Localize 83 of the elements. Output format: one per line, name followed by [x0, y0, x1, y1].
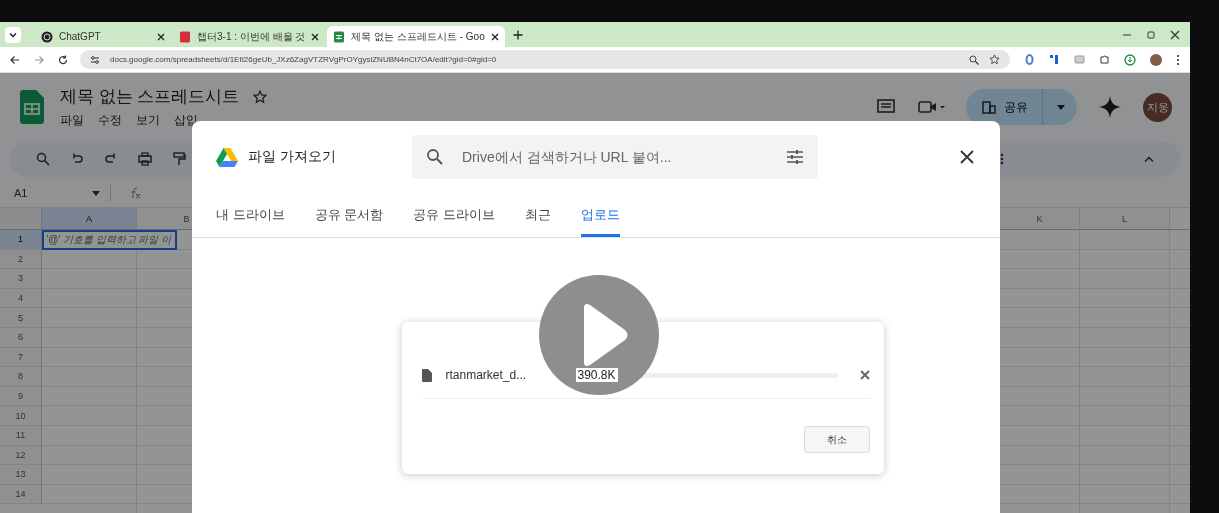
menu-item[interactable]: 보기 [136, 112, 160, 129]
row-header[interactable]: 5 [0, 308, 42, 328]
row-header[interactable]: 3 [0, 269, 42, 289]
cancel-button[interactable]: 취소 [803, 426, 870, 453]
column-header[interactable]: A [42, 208, 137, 230]
menu-item[interactable]: 파일 [60, 112, 84, 129]
dialog-title: 파일 가져오기 [248, 148, 337, 166]
share-button[interactable]: 공유 [966, 89, 1077, 125]
address-bar[interactable]: docs.google.com/spreadsheets/d/1EtI26geUb_JXz6ZagVTZRVgPrOYgysiZNUBN4nCt7OA/edit?gid=0#gid=0 [80, 50, 1010, 69]
book-icon [179, 30, 191, 43]
ring-icon[interactable] [1024, 54, 1035, 65]
file-icon [421, 368, 432, 382]
close-icon[interactable] [960, 150, 974, 164]
row-header[interactable]: 7 [0, 347, 42, 368]
close-icon[interactable] [311, 32, 320, 41]
caret-icon [1057, 104, 1065, 110]
document-title[interactable]: 제목 없는 스프레드시트 [60, 85, 240, 108]
file-name: rtanmarket_d... [445, 368, 528, 382]
spreadsheet-icon [333, 30, 346, 43]
row-header[interactable]: 11 [0, 425, 42, 446]
file-size: 390.8K [575, 368, 618, 382]
row-header[interactable]: 2 [0, 249, 42, 270]
chevron-up-icon[interactable] [1144, 156, 1154, 162]
column-header[interactable]: K [1000, 208, 1080, 230]
browser-tab[interactable]: ChatGPT [35, 26, 171, 47]
print-icon[interactable] [138, 152, 152, 166]
row-header[interactable]: 1 [0, 230, 42, 250]
tab-search-button[interactable] [5, 26, 21, 43]
redo-icon[interactable] [104, 152, 118, 166]
search-field[interactable]: Drive에서 검색하거나 URL 붙여... [412, 135, 818, 179]
dialog-tab[interactable]: 업로드 [580, 193, 620, 237]
reload-icon[interactable] [58, 54, 68, 65]
sparkle-icon[interactable] [1099, 96, 1121, 118]
dialog-tab[interactable]: 공유 드라이브 [413, 193, 495, 237]
triangle-logo-icon [216, 147, 238, 167]
comment-icon[interactable] [876, 98, 896, 116]
dialog-tab[interactable]: 최근 [524, 193, 551, 237]
cell-hint: '@' 기호를 입력하고 파일 이 [46, 233, 172, 247]
user-avatar[interactable]: 지웅 [1143, 92, 1172, 122]
new-tab-icon[interactable] [512, 29, 523, 40]
row-header[interactable]: 10 [0, 406, 42, 426]
search-input[interactable]: Drive에서 검색하거나 URL 붙여... [460, 148, 770, 166]
forward-arrow-icon[interactable] [34, 54, 44, 65]
browser-tab[interactable]: 챕터3-1 : 이번에 배울 것 [173, 26, 326, 47]
spreadsheet-logo-icon[interactable] [20, 90, 44, 124]
row-header[interactable]: 6 [0, 327, 42, 348]
avatar-icon[interactable] [1150, 53, 1162, 66]
cell-selection[interactable]: '@' 기호를 입력하고 파일 이 [42, 230, 178, 250]
row-header[interactable]: 9 [0, 386, 42, 407]
back-arrow-icon[interactable] [10, 54, 20, 65]
function-icon [129, 187, 141, 199]
search-icon [426, 148, 444, 166]
menu-item[interactable]: 수정 [98, 112, 122, 129]
search-icon[interactable] [36, 152, 50, 166]
filter-sliders-icon[interactable] [786, 149, 804, 165]
caret-icon[interactable] [92, 190, 100, 196]
row-header[interactable]: 13 [0, 465, 42, 485]
bars-icon[interactable] [1049, 54, 1060, 65]
row-header[interactable]: 4 [0, 288, 42, 309]
name-box[interactable]: A1 [14, 187, 74, 199]
dialog-tab[interactable]: 공유 문서함 [314, 193, 384, 237]
row-header[interactable]: 12 [0, 445, 42, 466]
paint-roller-icon[interactable] [172, 152, 186, 166]
building-icon [982, 100, 996, 114]
star-icon[interactable] [989, 54, 1000, 65]
row-header[interactable]: 8 [0, 367, 42, 387]
row-header[interactable]: 14 [0, 484, 42, 505]
undo-icon[interactable] [70, 152, 84, 166]
download-icon[interactable] [1124, 53, 1136, 66]
more-vertical-icon[interactable] [1176, 53, 1180, 66]
video-camera-icon[interactable] [918, 99, 946, 115]
knot-logo-icon [41, 30, 53, 43]
close-icon[interactable] [157, 32, 165, 41]
restore-icon[interactable] [1146, 29, 1156, 40]
play-button[interactable] [539, 275, 659, 395]
close-icon[interactable] [1170, 29, 1180, 40]
close-icon[interactable] [490, 32, 499, 41]
sliders-icon[interactable] [90, 54, 100, 65]
column-header[interactable]: L [1080, 208, 1170, 230]
zoom-icon[interactable] [969, 54, 979, 65]
more-vertical-icon[interactable] [1000, 153, 1004, 165]
star-icon[interactable] [253, 89, 268, 104]
browser-tab[interactable]: 제목 없는 스프레드시트 - Goo [327, 26, 505, 47]
